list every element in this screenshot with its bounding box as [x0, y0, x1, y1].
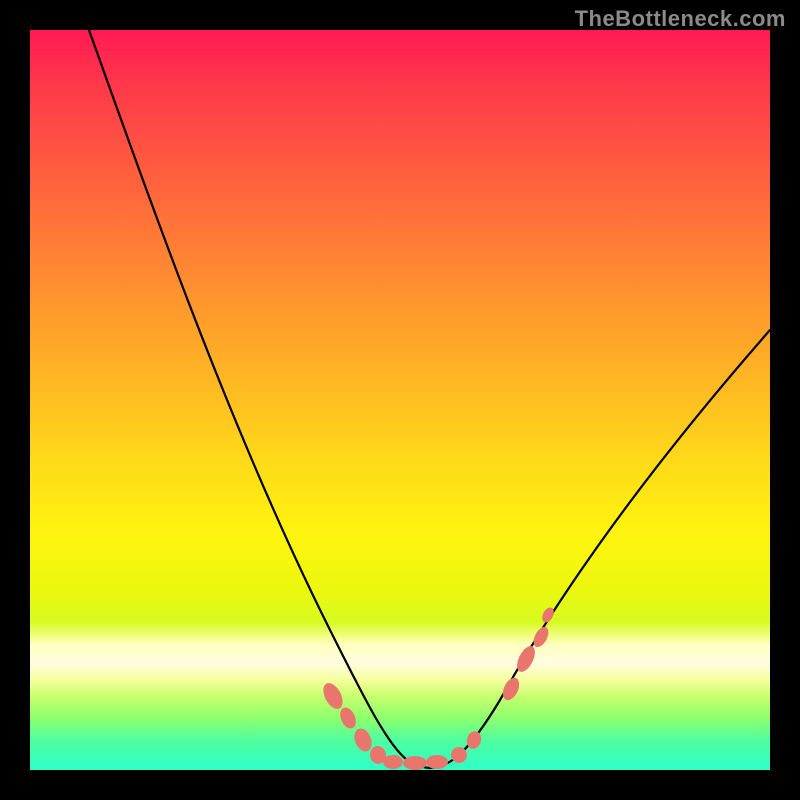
- bottleneck-curve: [30, 30, 770, 770]
- curve-marker: [383, 755, 403, 769]
- plot-area: [30, 30, 770, 770]
- watermark-text: TheBottleneck.com: [575, 6, 786, 32]
- curve-marker: [403, 756, 427, 770]
- curve-left-branch: [89, 30, 430, 768]
- curve-right-branch: [430, 330, 770, 768]
- curve-marker: [426, 755, 448, 769]
- outer-frame: TheBottleneck.com: [0, 0, 800, 800]
